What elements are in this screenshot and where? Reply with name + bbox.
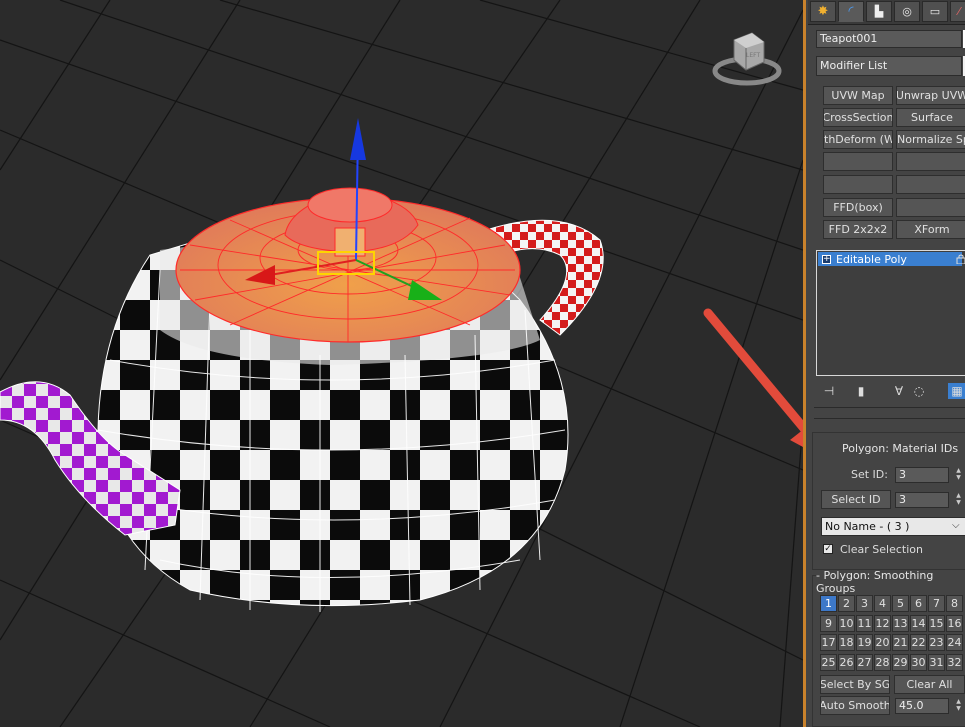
- modifier-button-13[interactable]: FFD 2x2x2: [823, 220, 893, 239]
- smoothing-group-17[interactable]: 17: [820, 634, 837, 651]
- select-id-input[interactable]: 3: [895, 492, 949, 508]
- smoothing-group-31[interactable]: 31: [928, 653, 945, 671]
- modify-icon: ◜: [848, 4, 854, 19]
- create-icon: ✸: [817, 4, 829, 19]
- clear-all-button[interactable]: Clear All: [894, 675, 965, 694]
- stack-lock-icon[interactable]: [956, 254, 965, 265]
- perspective-viewport[interactable]: LEFT: [0, 0, 803, 727]
- smoothing-group-23[interactable]: 23: [928, 634, 945, 651]
- smoothing-group-28[interactable]: 28: [874, 653, 891, 671]
- hierarchy-icon: ▙: [874, 5, 884, 18]
- modifier-button-6[interactable]: Normalize Spl.: [896, 130, 965, 149]
- show-end-result-icon[interactable]: ▮: [852, 383, 870, 399]
- smoothing-group-6[interactable]: 6: [910, 595, 927, 612]
- create-tab[interactable]: ✸: [810, 1, 836, 22]
- select-by-sg-button[interactable]: Select By SG: [820, 675, 890, 694]
- pin-stack-icon[interactable]: ⊣: [820, 383, 838, 399]
- smoothing-group-16[interactable]: 16: [946, 614, 963, 632]
- select-id-button[interactable]: Select ID: [821, 490, 891, 509]
- configure-sets-icon[interactable]: ▦: [948, 383, 965, 399]
- command-panel-tabs: ✸ ◜ ▙ ◎ ▭ ⁄: [808, 0, 965, 25]
- viewport-scene: [0, 0, 803, 727]
- hierarchy-tab[interactable]: ▙: [866, 1, 892, 22]
- smoothing-group-26[interactable]: 26: [838, 653, 855, 671]
- smoothing-group-27[interactable]: 27: [856, 653, 873, 671]
- auto-smooth-spinner-icon[interactable]: ▲ ▼: [954, 698, 963, 712]
- modifier-button-3[interactable]: CrossSection: [823, 108, 893, 127]
- viewcube-label: LEFT: [746, 52, 761, 59]
- smoothing-group-24[interactable]: 24: [946, 634, 963, 651]
- modifier-stack[interactable]: + Editable Poly: [816, 250, 965, 376]
- material-ids-title[interactable]: Polygon: Material IDs: [842, 440, 965, 456]
- smoothing-group-1[interactable]: 1: [820, 595, 837, 612]
- smoothing-group-30[interactable]: 30: [910, 653, 927, 671]
- smoothing-group-20[interactable]: 20: [874, 634, 891, 651]
- smoothing-group-32[interactable]: 32: [946, 653, 963, 671]
- smoothing-group-11[interactable]: 11: [856, 614, 873, 632]
- smoothing-group-25[interactable]: 25: [820, 653, 837, 671]
- smoothing-group-18[interactable]: 18: [838, 634, 855, 651]
- display-tab[interactable]: ▭: [922, 1, 948, 22]
- smoothing-group-2[interactable]: 2: [838, 595, 855, 612]
- modifier-list-dropdown[interactable]: Modifier List: [816, 56, 962, 76]
- smoothing-group-3[interactable]: 3: [856, 595, 873, 612]
- smoothing-group-21[interactable]: 21: [892, 634, 909, 651]
- stack-item-editable-poly[interactable]: + Editable Poly: [818, 252, 962, 266]
- smoothing-group-8[interactable]: 8: [946, 595, 963, 612]
- smoothing-group-12[interactable]: 12: [874, 614, 891, 632]
- smoothing-group-13[interactable]: 13: [892, 614, 909, 632]
- smoothing-group-10[interactable]: 10: [838, 614, 855, 632]
- modifier-button-10[interactable]: [896, 175, 965, 194]
- utilities-icon: ⁄: [958, 5, 960, 18]
- modifier-button-7[interactable]: [823, 152, 893, 171]
- clear-selection-label: Clear Selection: [840, 543, 923, 556]
- smoothing-group-14[interactable]: 14: [910, 614, 927, 632]
- viewcube[interactable]: LEFT: [712, 28, 782, 88]
- smoothing-group-19[interactable]: 19: [856, 634, 873, 651]
- smoothing-group-5[interactable]: 5: [892, 595, 909, 612]
- object-name-field[interactable]: Teapot001: [816, 30, 962, 48]
- make-unique-icon[interactable]: ∀: [890, 383, 908, 399]
- remove-modifier-icon[interactable]: ◌: [910, 383, 928, 399]
- motion-tab[interactable]: ◎: [894, 1, 920, 22]
- command-panel: ✸ ◜ ▙ ◎ ▭ ⁄ Teapot001 Modifier List UVW …: [803, 0, 965, 727]
- material-name-dropdown[interactable]: No Name - ( 3 ): [821, 517, 965, 536]
- stack-item-label: Editable Poly: [836, 252, 907, 266]
- modifier-button-9[interactable]: [823, 175, 893, 194]
- expand-icon[interactable]: +: [822, 254, 831, 264]
- smoothing-group-7[interactable]: 7: [928, 595, 945, 612]
- modifier-button-4[interactable]: Surface: [896, 108, 965, 127]
- display-icon: ▭: [929, 5, 941, 18]
- set-id-spinner-icon[interactable]: ▲ ▼: [954, 467, 963, 481]
- clear-selection-checkbox[interactable]: ✓: [823, 544, 833, 554]
- dropdown-chevron-icon[interactable]: ⌵: [952, 520, 960, 531]
- set-id-label: Set ID:: [851, 468, 888, 481]
- auto-smooth-threshold-input[interactable]: 45.0: [895, 698, 949, 714]
- modifier-button-2[interactable]: Unwrap UVW: [896, 86, 965, 105]
- lock-icon: [956, 254, 965, 265]
- smoothing-group-4[interactable]: 4: [874, 595, 891, 612]
- modifier-button-12[interactable]: [896, 198, 965, 217]
- utilities-tab[interactable]: ⁄: [950, 1, 965, 22]
- modify-tab[interactable]: ◜: [838, 1, 864, 22]
- smoothing-group-22[interactable]: 22: [910, 634, 927, 651]
- set-id-input[interactable]: 3: [895, 467, 949, 483]
- annotation-arrow: [703, 308, 803, 447]
- panel-divider: [814, 407, 965, 408]
- teapot-mesh[interactable]: [0, 187, 604, 612]
- modifier-button-5[interactable]: thDeform (WSI: [823, 130, 893, 149]
- smoothing-group-29[interactable]: 29: [892, 653, 909, 671]
- panel-divider: [814, 418, 965, 419]
- modifier-button-8[interactable]: [896, 152, 965, 171]
- modifier-button-1[interactable]: UVW Map: [823, 86, 893, 105]
- auto-smooth-button[interactable]: Auto Smooth: [820, 696, 890, 715]
- motion-icon: ◎: [902, 5, 912, 18]
- smoothing-groups-title[interactable]: - Polygon: Smoothing Groups: [816, 569, 965, 595]
- modifier-button-11[interactable]: FFD(box): [823, 198, 893, 217]
- smoothing-group-9[interactable]: 9: [820, 614, 837, 632]
- smoothing-group-15[interactable]: 15: [928, 614, 945, 632]
- select-id-spinner-icon[interactable]: ▲ ▼: [954, 492, 963, 506]
- modifier-button-14[interactable]: XForm: [896, 220, 965, 239]
